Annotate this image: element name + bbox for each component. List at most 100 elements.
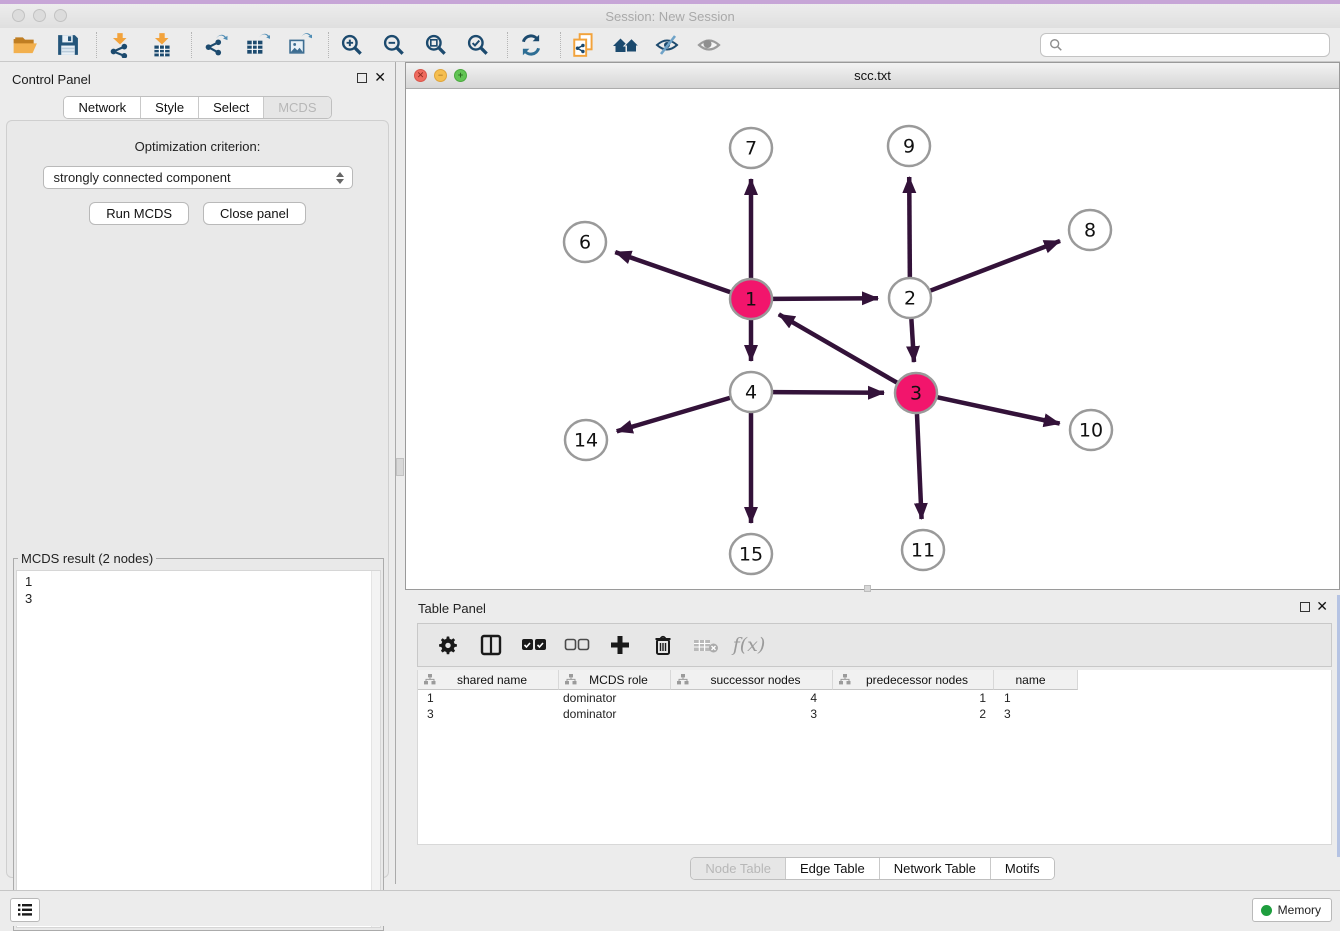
tab-network-table[interactable]: Network Table bbox=[880, 858, 991, 879]
show-selected-icon[interactable] bbox=[695, 31, 725, 59]
search-field[interactable] bbox=[1040, 33, 1330, 57]
maximize-network-button[interactable]: + bbox=[454, 69, 467, 82]
task-history-button[interactable] bbox=[10, 898, 40, 922]
cell-name[interactable]: 3 bbox=[994, 707, 1078, 721]
cell-successor-nodes[interactable]: 4 bbox=[671, 691, 833, 705]
tab-network[interactable]: Network bbox=[64, 97, 141, 118]
apply-layout-refresh-icon[interactable] bbox=[516, 31, 546, 59]
show-all-networks-icon[interactable] bbox=[611, 31, 641, 59]
save-session-icon[interactable] bbox=[52, 31, 82, 59]
column-header-shared-name[interactable]: shared name bbox=[418, 670, 559, 690]
cell-shared-name[interactable]: 3 bbox=[418, 707, 559, 721]
export-image-icon[interactable] bbox=[284, 31, 314, 59]
toolbar-separator bbox=[191, 32, 192, 58]
graph-edge-4-14[interactable] bbox=[617, 398, 730, 431]
float-table-panel-icon[interactable] bbox=[1300, 602, 1310, 612]
graph-node-3[interactable]: 3 bbox=[895, 373, 937, 413]
graph-node-8[interactable]: 8 bbox=[1069, 210, 1111, 250]
optimization-criterion-select[interactable]: strongly connected component bbox=[43, 166, 353, 189]
session-title: Session: New Session bbox=[605, 9, 734, 24]
graph-edge-2-3[interactable] bbox=[911, 319, 914, 362]
graph-node-2[interactable]: 2 bbox=[889, 278, 931, 318]
table-settings-gear-icon[interactable] bbox=[434, 631, 462, 659]
graph-edge-3-10[interactable] bbox=[938, 397, 1060, 423]
mcds-result-text[interactable]: 1 3 bbox=[16, 570, 381, 928]
cell-mcds-role[interactable]: dominator bbox=[559, 691, 671, 705]
memory-button[interactable]: Memory bbox=[1252, 898, 1332, 922]
tree-icon bbox=[839, 674, 851, 685]
table-row[interactable]: 3 dominator 3 2 3 bbox=[418, 706, 1331, 722]
close-window-button[interactable] bbox=[12, 9, 25, 22]
close-network-button[interactable]: ✕ bbox=[414, 69, 427, 82]
graph-edge-3-1[interactable] bbox=[779, 314, 897, 382]
network-window-titlebar[interactable]: ✕ − + scc.txt bbox=[406, 63, 1339, 89]
column-header-successor-nodes[interactable]: successor nodes bbox=[671, 670, 833, 690]
minimize-window-button[interactable] bbox=[33, 9, 46, 22]
cell-predecessor-nodes[interactable]: 2 bbox=[833, 707, 994, 721]
graph-edge-3-11[interactable] bbox=[917, 414, 922, 519]
import-table-icon[interactable] bbox=[147, 31, 177, 59]
tab-node-table[interactable]: Node Table bbox=[691, 858, 786, 879]
network-canvas[interactable]: 1 2 3 4 6 7 8 9 10 11 14 15 bbox=[406, 90, 1339, 589]
cell-mcds-role[interactable]: dominator bbox=[559, 707, 671, 721]
result-scrollbar[interactable] bbox=[371, 571, 380, 927]
column-header-mcds-role[interactable]: MCDS role bbox=[559, 670, 671, 690]
float-panel-icon[interactable] bbox=[357, 73, 367, 83]
delete-column-icon[interactable] bbox=[649, 631, 677, 659]
export-network-icon[interactable] bbox=[200, 31, 230, 59]
export-table-icon[interactable] bbox=[242, 31, 272, 59]
cell-name[interactable]: 1 bbox=[994, 691, 1078, 705]
graph-edge-2-9[interactable] bbox=[909, 177, 910, 277]
graph-node-4[interactable]: 4 bbox=[730, 372, 772, 412]
window-resize-handle[interactable] bbox=[864, 585, 871, 592]
column-header-predecessor-nodes[interactable]: predecessor nodes bbox=[833, 670, 994, 690]
minimize-network-button[interactable]: − bbox=[434, 69, 447, 82]
run-mcds-button[interactable]: Run MCDS bbox=[89, 202, 189, 225]
graph-node-11[interactable]: 11 bbox=[902, 530, 944, 570]
clone-network-icon[interactable] bbox=[569, 31, 599, 59]
cell-predecessor-nodes[interactable]: 1 bbox=[833, 691, 994, 705]
tab-mcds[interactable]: MCDS bbox=[264, 97, 330, 118]
close-table-panel-icon[interactable]: ✕ bbox=[1316, 599, 1328, 613]
tab-style[interactable]: Style bbox=[141, 97, 199, 118]
graph-edge-1-6[interactable] bbox=[615, 252, 730, 292]
toggle-column-panel-icon[interactable] bbox=[477, 631, 505, 659]
zoom-fit-icon[interactable] bbox=[421, 31, 451, 59]
select-all-checks-icon[interactable] bbox=[520, 631, 548, 659]
close-panel-icon[interactable]: ✕ bbox=[374, 70, 386, 84]
zoom-out-icon[interactable] bbox=[379, 31, 409, 59]
graph-edge-1-2[interactable] bbox=[773, 298, 878, 299]
network-graph[interactable]: 1 2 3 4 6 7 8 9 10 11 14 15 bbox=[406, 90, 1339, 589]
cell-shared-name[interactable]: 1 bbox=[418, 691, 559, 705]
import-network-icon[interactable] bbox=[105, 31, 135, 59]
gear-glyph bbox=[438, 635, 458, 655]
column-header-name[interactable]: name bbox=[994, 670, 1078, 690]
mcds-result-fieldset: MCDS result (2 nodes) 1 3 bbox=[13, 551, 384, 931]
toolbar-separator bbox=[328, 32, 329, 58]
graph-node-1[interactable]: 1 bbox=[730, 279, 772, 319]
hide-selected-icon[interactable] bbox=[653, 31, 683, 59]
function-builder-icon: f(x) bbox=[735, 631, 763, 659]
zoom-in-icon[interactable] bbox=[337, 31, 367, 59]
tab-motifs[interactable]: Motifs bbox=[991, 858, 1054, 879]
graph-node-7[interactable]: 7 bbox=[730, 128, 772, 168]
tab-select[interactable]: Select bbox=[199, 97, 264, 118]
table-row[interactable]: 1 dominator 4 1 1 bbox=[418, 690, 1331, 706]
graph-node-14[interactable]: 14 bbox=[565, 420, 607, 460]
graph-node-15[interactable]: 15 bbox=[730, 534, 772, 574]
add-column-icon[interactable] bbox=[606, 631, 634, 659]
search-input[interactable] bbox=[1068, 38, 1321, 52]
graph-node-9[interactable]: 9 bbox=[888, 126, 930, 166]
zoom-selected-icon[interactable] bbox=[463, 31, 493, 59]
maximize-window-button[interactable] bbox=[54, 9, 67, 22]
graph-node-10[interactable]: 10 bbox=[1070, 410, 1112, 450]
graph-edge-4-3[interactable] bbox=[773, 392, 884, 393]
panel-splitter-handle[interactable] bbox=[396, 458, 404, 476]
graph-edge-2-8[interactable] bbox=[931, 241, 1060, 291]
graph-node-6[interactable]: 6 bbox=[564, 222, 606, 262]
tab-edge-table[interactable]: Edge Table bbox=[786, 858, 880, 879]
cell-successor-nodes[interactable]: 3 bbox=[671, 707, 833, 721]
close-panel-button[interactable]: Close panel bbox=[203, 202, 306, 225]
deselect-all-checks-icon[interactable] bbox=[563, 631, 591, 659]
open-folder-icon[interactable] bbox=[10, 31, 40, 59]
